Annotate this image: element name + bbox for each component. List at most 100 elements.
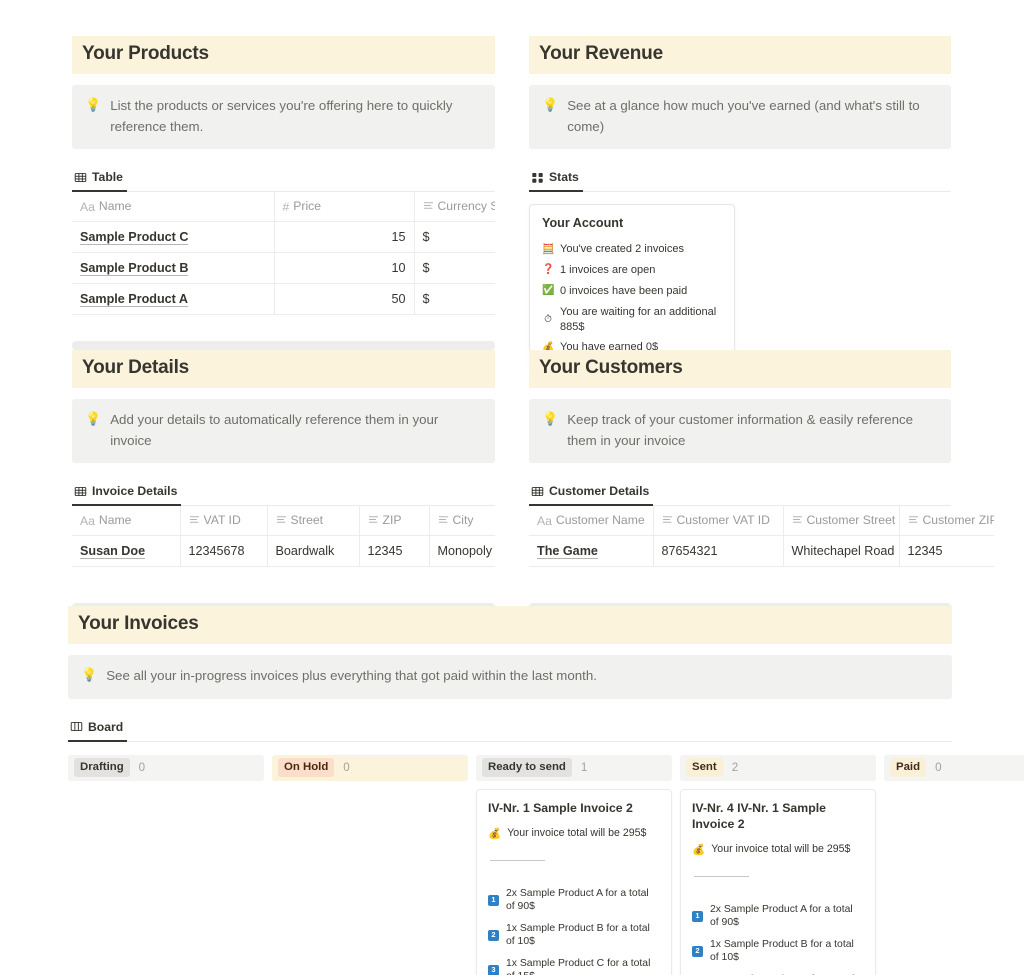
board-column-sent: Sent 2 IV-Nr. 4 IV-Nr. 1 Sample Invoice … [680,754,876,975]
table-row[interactable]: Sample Product B 10 $ [72,252,495,285]
title-text-icon: Aa [80,200,95,215]
cell-detail-name[interactable]: Susan Doe [72,535,181,568]
table-row[interactable]: Susan Doe 12345678 Boardwalk 12345 Monop… [72,535,495,568]
col-header-customer-vat-id[interactable]: Customer VAT ID [653,506,784,537]
invoice-card[interactable]: IV-Nr. 1 Sample Invoice 2 💰 Your invoice… [476,788,672,975]
board-column-count: 0 [935,761,942,775]
tab-customer-details-label: Customer Details [549,484,650,499]
lightbulb-icon: 💡 [542,97,559,112]
invoice-line-item: 2 1x Sample Product B for a total of 10$ [488,918,660,953]
table-row[interactable]: The Game 87654321 Whitechapel Road 12345 [529,535,994,568]
tab-stats[interactable]: Stats [529,170,583,193]
details-tabbar: Invoice Details [72,480,495,507]
products-table: AaName #Price Currency Sy Sample [72,192,496,316]
revenue-section-title: Your Revenue [529,36,951,74]
revenue-tabbar: Stats [529,166,951,193]
board-column-ready-to-send: Ready to send 1 IV-Nr. 1 Sample Invoice … [476,754,672,975]
products-callout-text: List the products or services you're off… [110,98,453,134]
col-header-street[interactable]: Street [267,506,360,537]
col-header-city[interactable]: City [429,506,495,537]
products-section-title: Your Products [72,36,495,74]
cell-detail-city[interactable]: Monopoly [429,535,495,568]
cell-customer-name[interactable]: The Game [529,535,654,568]
cell-product-price[interactable]: 50 [274,283,415,316]
invoices-board: Drafting 0 On Hold 0 Ready to send 1 IV-… [68,754,1024,975]
invoices-section-title: Your Invoices [68,606,952,644]
col-header-customer-name[interactable]: Aa Customer Name [529,506,654,537]
col-header-currency-label: Currency Sy [437,199,496,214]
lightbulb-icon: 💡 [85,97,102,112]
section-your-revenue: Your Revenue 💡 See at a glance how much … [529,36,951,372]
col-header-price[interactable]: # Price [274,192,415,223]
abacus-icon: 🧮 [542,243,555,255]
your-account-card[interactable]: Your Account 🧮 You've created 2 invoices… [529,204,735,372]
cell-product-name[interactable]: Sample Product C [72,221,275,254]
board-column-header[interactable]: On Hold 0 [272,754,468,781]
cell-customer-street[interactable]: Whitechapel Road [783,535,900,568]
board-column-header[interactable]: Drafting 0 [68,754,264,781]
cell-product-name[interactable]: Sample Product A [72,283,275,316]
cell-detail-zip[interactable]: 12345 [359,535,430,568]
status-badge: On Hold [278,758,335,777]
lightbulb-icon: 💡 [81,667,98,682]
text-lines-icon [368,514,379,528]
col-header-vat-id[interactable]: VAT ID [180,506,268,537]
invoice-card[interactable]: IV-Nr. 4 IV-Nr. 1 Sample Invoice 2 💰 You… [680,788,876,975]
question-mark-icon: ❓ [542,264,555,276]
table-row[interactable]: Sample Product C 15 $ [72,221,495,254]
cell-customer-vat[interactable]: 87654321 [653,535,784,568]
col-header-currency-symbol[interactable]: Currency Sy [414,192,496,223]
tab-customer-details[interactable]: Customer Details [529,484,654,507]
stopwatch-icon: ⏱ [544,313,552,325]
tab-board-label: Board [88,719,124,734]
col-header-customer-street[interactable]: Customer Street [783,506,900,537]
col-header-zip[interactable]: ZIP [359,506,430,537]
account-stat-invoices-open: ❓ 1 invoices are open [542,260,722,281]
stats-area: Your Account 🧮 You've created 2 invoices… [529,204,951,372]
invoice-card-total: 💰 Your invoice total will be 295$ [488,827,660,840]
tab-table[interactable]: Table [72,170,127,193]
cell-product-price[interactable]: 15 [274,221,415,254]
board-column-paid: Paid 0 [884,754,1024,975]
cell-product-currency[interactable]: $ [414,283,495,316]
invoice-line-item: 3 1x Sample Product C for a total of 15$ [692,969,864,975]
revenue-callout-text: See at a glance how much you've earned (… [567,98,920,134]
cell-product-currency[interactable]: $ [414,252,495,285]
title-text-icon: Aa [80,514,95,529]
green-check-icon: ✅ [542,285,555,297]
tab-invoice-details[interactable]: Invoice Details [72,484,182,507]
cell-customer-zip[interactable]: 12345 [899,535,994,568]
tab-stats-label: Stats [549,170,579,185]
cell-detail-vat[interactable]: 12345678 [180,535,268,568]
board-column-header[interactable]: Ready to send 1 [476,754,672,781]
invoices-callout-text: See all your in-progress invoices plus e… [106,668,597,683]
customers-section-title: Your Customers [529,350,951,388]
board-column-header[interactable]: Sent 2 [680,754,876,781]
status-badge: Paid [890,758,927,777]
invoice-line-item-text: 2x Sample Product A for a total of 90$ [710,903,853,929]
invoice-card-total-text: Your invoice total will be 295$ [507,827,647,840]
cell-product-name[interactable]: Sample Product B [72,252,275,285]
tab-board[interactable]: Board [68,719,128,742]
board-column-count: 2 [731,761,739,775]
status-badge: Sent [686,758,723,777]
products-table-scrollbar[interactable] [72,341,495,351]
table-row[interactable]: Sample Product A 50 $ [72,283,495,316]
table-icon [531,485,544,498]
item-index-badge: 2 [692,945,703,957]
number-icon: # [282,200,290,215]
cell-detail-street[interactable]: Boardwalk [267,535,360,568]
board-column-header[interactable]: Paid 0 [884,754,1024,781]
section-your-products: Your Products 💡 List the products or ser… [72,36,496,351]
cell-product-price[interactable]: 10 [274,252,415,285]
col-header-name[interactable]: Aa Name [72,192,275,223]
cell-product-currency[interactable]: $ [414,221,495,254]
item-index-badge: 2 [488,929,499,941]
tab-table-label: Table [92,170,123,185]
col-header-customer-zip[interactable]: Customer ZIP [899,506,994,537]
col-header-name[interactable]: Aa Name [72,506,181,537]
section-your-customers: Your Customers 💡 Keep track of your cust… [529,350,994,613]
revenue-callout: 💡 See at a glance how much you've earned… [529,85,951,150]
col-header-name-label: Name [98,199,132,214]
customer-details-table: Aa Customer Name Customer VAT ID Custome… [529,506,994,568]
